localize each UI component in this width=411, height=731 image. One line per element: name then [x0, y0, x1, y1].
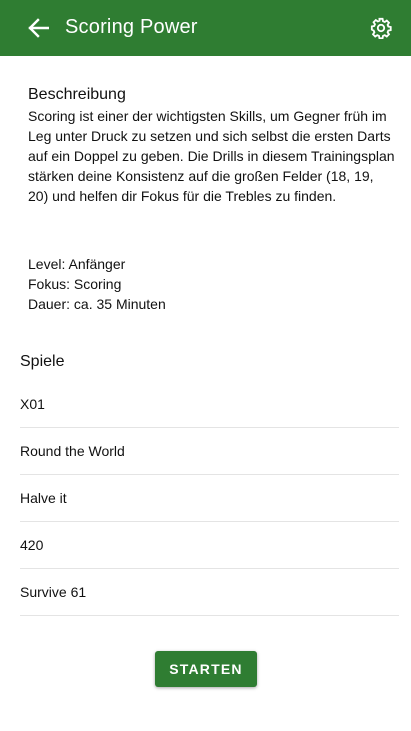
- focus-text: Fokus: Scoring: [28, 276, 122, 292]
- game-item-round-the-world[interactable]: Round the World: [20, 428, 399, 475]
- game-item-420[interactable]: 420: [20, 522, 399, 569]
- description-section: Beschreibung Scoring ist einer der wicht…: [28, 86, 396, 206]
- level-text: Level: Anfänger: [28, 256, 126, 272]
- back-button[interactable]: [24, 16, 52, 40]
- page-title: Scoring Power: [65, 16, 198, 38]
- description-heading: Beschreibung: [28, 86, 126, 103]
- arrow-left-icon: [28, 18, 49, 38]
- game-item-survive-61[interactable]: Survive 61: [20, 569, 399, 616]
- games-heading: Spiele: [20, 353, 65, 370]
- duration-text: Dauer: ca. 35 Minuten: [28, 296, 166, 312]
- plan-meta: Level: Anfänger Fokus: Scoring Dauer: ca…: [28, 254, 166, 314]
- description-text: Scoring ist einer der wichtigsten Skills…: [28, 108, 395, 204]
- gear-icon: [370, 17, 392, 39]
- settings-button[interactable]: [369, 15, 393, 41]
- games-list: X01 Round the World Halve it 420 Survive…: [20, 381, 399, 616]
- game-item-x01[interactable]: X01: [20, 381, 399, 428]
- app-bar: Scoring Power: [0, 0, 411, 56]
- start-button[interactable]: STARTEN: [155, 651, 257, 687]
- game-item-halve-it[interactable]: Halve it: [20, 475, 399, 522]
